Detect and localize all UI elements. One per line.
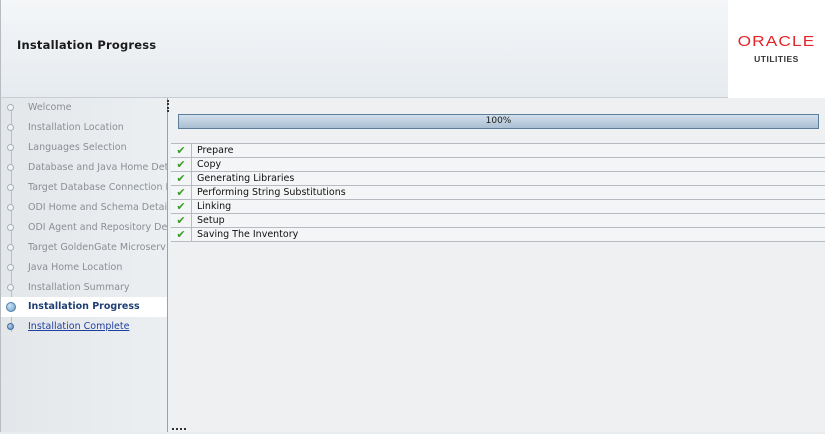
header: Installation Progress ORACLE UTILITIES <box>0 0 825 98</box>
step-welcome: Welcome <box>1 98 167 118</box>
step-odi-home-schema: ODI Home and Schema Detail <box>1 198 167 218</box>
step-java-home-location: Java Home Location <box>1 258 167 278</box>
checkmark-icon: ✔ <box>171 214 192 227</box>
task-row: ✔ Copy <box>171 158 825 172</box>
task-row: ✔ Saving The Inventory <box>171 228 825 242</box>
checkmark-icon: ✔ <box>171 200 192 213</box>
step-dot-icon <box>7 104 14 111</box>
step-label: Java Home Location <box>28 262 123 273</box>
oracle-logo: ORACLE UTILITIES <box>728 0 825 98</box>
progress-bar: 100% <box>178 114 819 129</box>
task-row: ✔ Linking <box>171 200 825 214</box>
step-dot-icon <box>7 144 14 151</box>
checkmark-icon: ✔ <box>171 158 192 171</box>
resize-handle[interactable] <box>167 100 171 112</box>
step-dot-icon <box>7 284 14 291</box>
bottom-resize-handle[interactable] <box>172 428 186 434</box>
step-installation-progress: Installation Progress <box>1 297 167 317</box>
step-label: Target GoldenGate Microserv <box>28 242 166 253</box>
checkmark-icon: ✔ <box>171 172 192 185</box>
task-row: ✔ Setup <box>171 214 825 228</box>
step-installation-summary: Installation Summary <box>1 278 167 298</box>
step-dot-icon <box>7 124 14 131</box>
task-label: Saving The Inventory <box>197 229 299 240</box>
step-link-label[interactable]: Installation Complete <box>28 317 129 337</box>
logo-brand-text: ORACLE <box>737 33 816 50</box>
task-label: Setup <box>197 215 225 226</box>
step-dot-icon <box>7 323 14 330</box>
step-label: Languages Selection <box>28 142 127 153</box>
step-odi-agent-repository: ODI Agent and Repository Det <box>1 218 167 238</box>
task-row: ✔ Prepare <box>171 144 825 158</box>
task-row: ✔ Performing String Substitutions <box>171 186 825 200</box>
step-dot-icon <box>7 244 14 251</box>
step-dot-icon <box>7 164 14 171</box>
step-installation-location: Installation Location <box>1 118 167 138</box>
task-label: Performing String Substitutions <box>197 187 346 198</box>
step-label: Installation Location <box>28 122 124 133</box>
task-label: Generating Libraries <box>197 173 295 184</box>
checkmark-icon: ✔ <box>171 228 192 241</box>
step-label: Welcome <box>28 102 72 113</box>
step-dot-icon <box>7 224 14 231</box>
step-dot-icon <box>7 264 14 271</box>
page-title: Installation Progress <box>17 38 157 52</box>
step-dot-icon <box>7 204 14 211</box>
current-step-icon <box>6 302 16 312</box>
checkmark-icon: ✔ <box>171 186 192 199</box>
task-label: Prepare <box>197 145 234 156</box>
step-label: Installation Summary <box>28 282 130 293</box>
task-label: Copy <box>197 159 222 170</box>
step-label: Target Database Connection I <box>28 182 167 193</box>
step-label: Database and Java Home Det <box>28 162 167 173</box>
wizard-steps-sidebar: Welcome Installation Location Languages … <box>0 98 167 432</box>
step-installation-complete[interactable]: Installation Complete <box>1 317 167 337</box>
step-database-java-home: Database and Java Home Det <box>1 158 167 178</box>
step-languages-selection: Languages Selection <box>1 138 167 158</box>
step-label: ODI Agent and Repository Det <box>28 222 167 233</box>
task-label: Linking <box>197 201 232 212</box>
logo-sub-text: UTILITIES <box>754 54 799 64</box>
step-label: Installation Progress <box>28 301 140 312</box>
task-list: ✔ Prepare ✔ Copy ✔ Generating Libraries … <box>171 143 825 242</box>
step-target-database-connection: Target Database Connection I <box>1 178 167 198</box>
task-row: ✔ Generating Libraries <box>171 172 825 186</box>
progress-percent: 100% <box>485 116 512 126</box>
step-dot-icon <box>7 184 14 191</box>
checkmark-icon: ✔ <box>171 144 192 157</box>
step-target-goldengate: Target GoldenGate Microserv <box>1 238 167 258</box>
step-label: ODI Home and Schema Detail <box>28 202 167 213</box>
